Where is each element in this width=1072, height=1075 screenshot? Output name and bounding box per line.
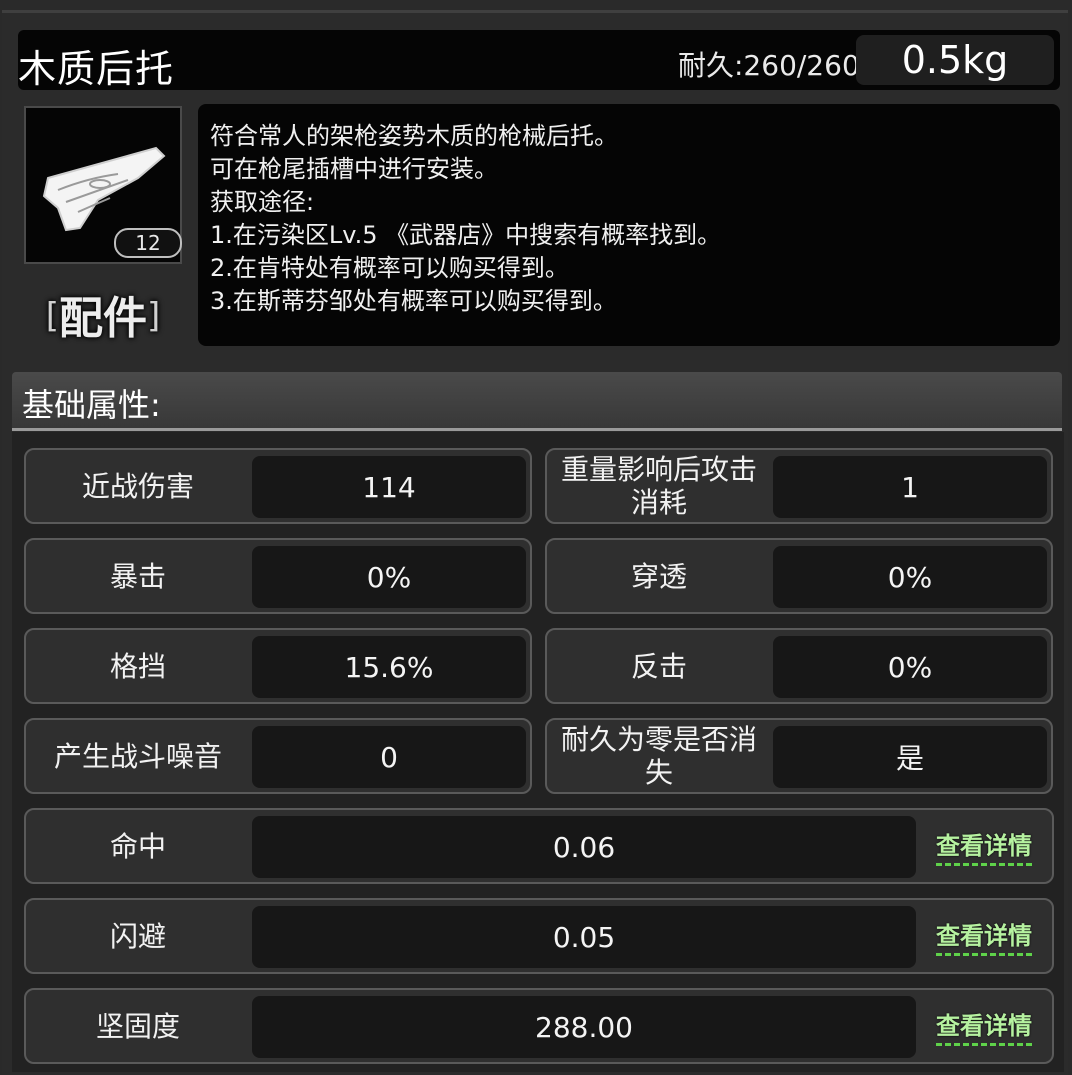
stat-value: 0% [773,546,1047,608]
stat-hit: 命中 0.06 查看详情 [24,808,1054,884]
description-line: 可在枪尾插槽中进行安装。 [210,155,498,183]
item-name: 木质后托 [18,47,175,91]
view-details-link[interactable]: 查看详情 [936,826,1032,866]
stat-vanish-at-zero: 耐久为零是否消 失 是 [545,718,1053,794]
description-line: 3.在斯蒂芬邹处有概率可以购买得到。 [210,287,617,315]
stat-melee-damage: 近战伤害 114 [24,448,532,524]
stat-label: 闪避 [109,919,166,953]
stat-combat-noise: 产生战斗噪音 0 [24,718,532,794]
weight-value: 0.5kg [856,35,1054,85]
stat-value: 15.6% [252,636,526,698]
stat-label: 近战伤害 [81,469,194,503]
item-count-badge: 12 [114,228,182,258]
view-details-link[interactable]: 查看详情 [936,916,1032,956]
section-title: 基础属性: [22,386,161,424]
category-bracket-right: ] [147,296,161,336]
stat-label: 暴击 [109,559,166,593]
stat-value: 114 [252,456,526,518]
stat-critical: 暴击 0% [24,538,532,614]
stat-label: 穿透 [630,559,687,593]
stat-label: 坚固度 [95,1009,180,1043]
stat-value: 0.05 [252,906,916,968]
stat-label: 产生战斗噪音 [53,739,222,773]
stat-penetration: 穿透 0% [545,538,1053,614]
stat-label: 格挡 [109,649,166,683]
stat-value: 288.00 [252,996,916,1058]
category-label: [配件] [28,282,178,344]
stat-dodge: 闪避 0.05 查看详情 [24,898,1054,974]
stat-label: 反击 [630,649,687,683]
category-bracket-left: [ [45,296,59,336]
durability-readout: 耐久:260/260 [678,49,860,82]
stat-label: 重量影响后攻击 消耗 [560,453,757,519]
stat-label: 耐久为零是否消 失 [560,723,757,789]
title-bar: 木质后托 耐久:260/260 0.5kg [18,30,1060,91]
stat-label: 命中 [109,829,166,863]
stat-value: 0.06 [252,816,916,878]
section-header: 基础属性: [12,372,1062,431]
stat-value: 0% [773,636,1047,698]
stat-value: 是 [773,726,1047,788]
wooden-stock-icon [42,146,166,232]
description-line: 符合常人的架枪姿势木质的枪械后托。 [210,122,618,150]
stat-block: 格挡 15.6% [24,628,532,704]
stat-weight-attack-cost: 重量影响后攻击 消耗 1 [545,448,1053,524]
description-line: 获取途径: [210,188,315,216]
stat-value: 1 [773,456,1047,518]
stat-value: 0 [252,726,526,788]
item-icon-slot: 12 [24,106,182,264]
description-box: 符合常人的架枪姿势木质的枪械后托。 可在枪尾插槽中进行安装。 获取途径: 1.在… [198,104,1060,346]
stat-sturdiness: 坚固度 288.00 查看详情 [24,988,1054,1064]
stat-value: 0% [252,546,526,608]
stat-counter: 反击 0% [545,628,1053,704]
view-details-link[interactable]: 查看详情 [936,1006,1032,1046]
category-text: 配件 [59,293,147,344]
description-line: 1.在污染区Lv.5 《武器店》中搜索有概率找到。 [210,221,722,249]
description-line: 2.在肯特处有概率可以购买得到。 [210,254,569,282]
